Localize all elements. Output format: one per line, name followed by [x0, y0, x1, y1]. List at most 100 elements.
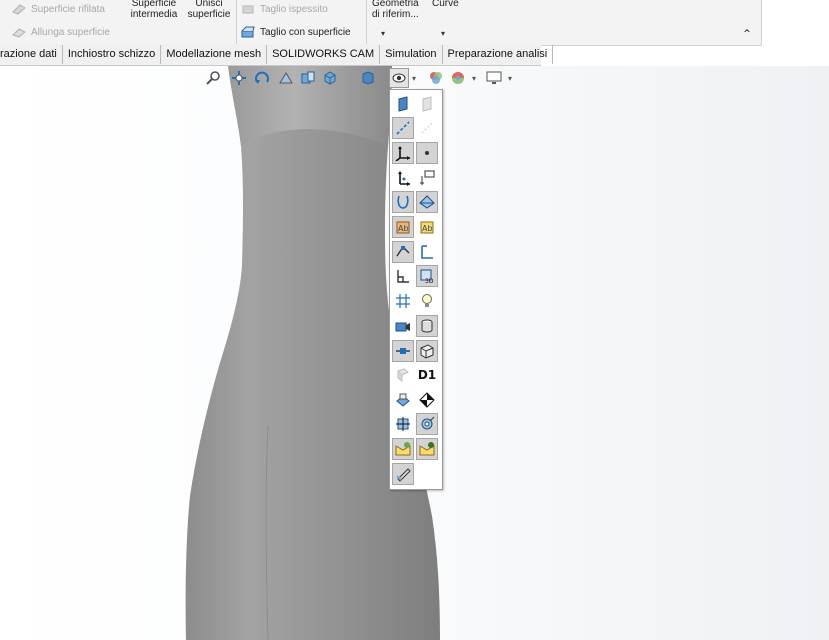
- connection-points-icon: [421, 416, 435, 430]
- sketch-2d-icon: [397, 270, 409, 283]
- point-icon: [425, 151, 429, 155]
- mid-surface-label-2: intermedia: [130, 9, 178, 20]
- tab-simulation[interactable]: Simulation: [380, 45, 443, 64]
- view-sketches-button[interactable]: [416, 241, 438, 263]
- edit-appearance-icon[interactable]: [428, 70, 444, 86]
- view-weld-beads-button[interactable]: [416, 315, 438, 337]
- surface-cut-icon: [241, 26, 255, 38]
- view-planes-button[interactable]: [392, 93, 414, 115]
- zoom-to-area-icon[interactable]: [231, 70, 247, 86]
- command-manager-tabs: razione dati Inchiostro schizzo Modellaz…: [0, 45, 554, 66]
- dynamic-annotation-icon[interactable]: [300, 70, 316, 86]
- surface-trimmed-button[interactable]: Superficie rifilata: [12, 3, 105, 15]
- surface-cut-label: Taglio con superficie: [260, 26, 351, 38]
- view-connection-points-button[interactable]: [416, 413, 438, 435]
- view-settings-icon[interactable]: [486, 70, 502, 86]
- display-style-icon[interactable]: [360, 70, 376, 86]
- chevron-down-icon[interactable]: ▾: [412, 74, 416, 83]
- view-swift-annotations-alt-button[interactable]: [416, 438, 438, 460]
- mate-references-icon: [396, 417, 410, 431]
- ribbon-separator: [236, 0, 237, 44]
- view-annotation-text-button[interactable]: Ab: [416, 216, 438, 238]
- view-grid-button[interactable]: [392, 290, 414, 312]
- sketch-icon: [421, 245, 433, 259]
- view-center-of-mass-button[interactable]: [416, 389, 438, 411]
- lights-icon: [422, 294, 432, 307]
- view-section-view-button[interactable]: [416, 340, 438, 362]
- extend-surface-button[interactable]: Allunga superficie: [12, 26, 110, 38]
- view-2d-sketch-button[interactable]: [392, 265, 414, 287]
- view-3d-sketch-button[interactable]: 3D: [416, 265, 438, 287]
- hide-show-items-flyout: Ab Ab 3D D1: [389, 89, 443, 490]
- view-temporary-axes-button[interactable]: [416, 117, 438, 139]
- view-dimension-names-button[interactable]: [416, 167, 438, 189]
- plane-disabled-icon: [422, 96, 432, 112]
- view-decals-button[interactable]: [392, 389, 414, 411]
- view-all-annotations-button[interactable]: [392, 463, 414, 485]
- hide-icon: [397, 368, 409, 382]
- curves-button[interactable]: Curve: [432, 0, 462, 9]
- collapse-ribbon-icon[interactable]: ⌃: [742, 27, 752, 41]
- tab-analysis-preparation[interactable]: Preparazione analisi: [443, 45, 554, 64]
- surface-cut-button[interactable]: Taglio con superficie: [241, 26, 351, 38]
- zoom-to-fit-icon[interactable]: [206, 70, 222, 86]
- mid-surface-button[interactable]: Superficie intermedia: [128, 0, 180, 20]
- tab-data-preparation[interactable]: razione dati: [0, 45, 63, 64]
- chevron-down-icon[interactable]: ▾: [508, 74, 512, 83]
- dimension-label-text: D1: [417, 368, 437, 382]
- view-axes-button[interactable]: [392, 117, 414, 139]
- chevron-down-icon[interactable]: ▾: [472, 74, 476, 83]
- view-coordinate-systems-button[interactable]: [392, 142, 414, 164]
- trimmed-surface-icon: [12, 4, 26, 15]
- thicken-cut-button[interactable]: Taglio ispessito: [241, 3, 328, 15]
- swift-annotations-alt-icon: [419, 442, 435, 456]
- apply-scene-icon[interactable]: [450, 70, 466, 86]
- curves-icon: [397, 195, 409, 209]
- annotation-text-icon: Ab: [420, 221, 434, 234]
- tab-sketch-ink[interactable]: Inchiostro schizzo: [63, 45, 162, 64]
- svg-text:Ab: Ab: [422, 224, 433, 233]
- view-curves-button[interactable]: [392, 191, 414, 213]
- reference-geometry-button[interactable]: Geometria di riferim...: [372, 0, 424, 20]
- chevron-down-icon[interactable]: ▾: [381, 29, 385, 38]
- view-dimension-names-text-button[interactable]: D1: [416, 364, 438, 386]
- extend-surface-icon: [12, 28, 26, 38]
- reference-geometry-label-1: Geometria: [372, 0, 419, 9]
- view-sketch-relations-button[interactable]: [392, 241, 414, 263]
- view-parting-lines-button[interactable]: [416, 191, 438, 213]
- eye-icon: [392, 73, 406, 83]
- weldment-bead-icon: [421, 319, 433, 333]
- ribbon-separator: [366, 0, 367, 44]
- grid-icon: [396, 294, 410, 308]
- knit-surface-button[interactable]: Unisci superficie: [184, 0, 234, 20]
- parting-lines-icon: [419, 195, 435, 209]
- view-cameras-button[interactable]: [392, 315, 414, 337]
- hide-show-items-button[interactable]: [389, 68, 409, 88]
- mid-surface-label-1: Superficie: [131, 0, 177, 9]
- view-routing-points-button[interactable]: [392, 340, 414, 362]
- view-lights-button[interactable]: [416, 290, 438, 312]
- reference-geometry-label-2: di riferim...: [372, 9, 419, 20]
- view-orientation-icon[interactable]: [322, 70, 338, 86]
- view-origins-button[interactable]: [392, 167, 414, 189]
- view-points-button[interactable]: [416, 142, 438, 164]
- view-mate-references-button[interactable]: [392, 413, 414, 435]
- sketch-text-icon: Ab: [396, 221, 410, 234]
- view-sketch-text-button[interactable]: Ab: [392, 216, 414, 238]
- curves-label: Curve: [432, 0, 459, 9]
- decals-icon: [396, 393, 410, 407]
- surface-trimmed-label: Superficie rifilata: [31, 3, 105, 15]
- tab-mesh-modeling[interactable]: Modellazione mesh: [161, 45, 268, 64]
- view-swift-annotations-button[interactable]: [392, 438, 414, 460]
- view-hidden-items-button[interactable]: [392, 364, 414, 386]
- view-planes-alt-button[interactable]: [416, 93, 438, 115]
- chevron-down-icon[interactable]: ▾: [441, 29, 445, 38]
- previous-view-icon[interactable]: [254, 70, 270, 86]
- svg-text:3D: 3D: [425, 278, 434, 284]
- routing-points-icon: [396, 348, 410, 354]
- section-view-icon[interactable]: [278, 70, 294, 86]
- sketch-relations-icon: [396, 245, 410, 257]
- knit-surface-label-1: Unisci: [195, 0, 223, 9]
- tab-solidworks-cam[interactable]: SOLIDWORKS CAM: [267, 45, 381, 64]
- thicken-cut-icon: [242, 5, 254, 14]
